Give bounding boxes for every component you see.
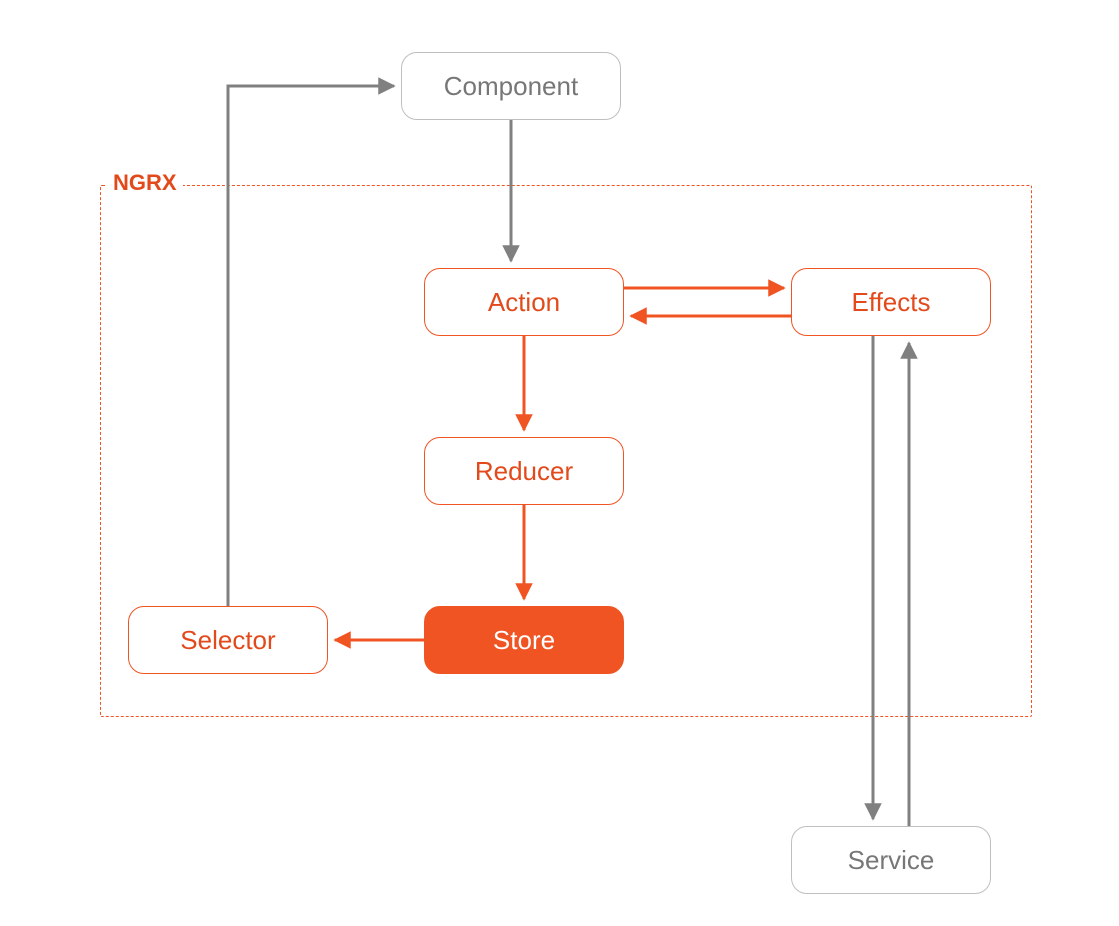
node-action-label: Action: [488, 287, 560, 318]
node-selector-label: Selector: [180, 625, 275, 656]
node-selector: Selector: [128, 606, 328, 674]
node-component-label: Component: [444, 71, 578, 102]
node-store-label: Store: [493, 625, 555, 656]
node-action: Action: [424, 268, 624, 336]
node-service: Service: [791, 826, 991, 894]
diagram-canvas: NGRX Component Action Effects Reducer St…: [0, 0, 1119, 926]
node-service-label: Service: [848, 845, 935, 876]
node-component: Component: [401, 52, 621, 120]
node-reducer: Reducer: [424, 437, 624, 505]
node-effects: Effects: [791, 268, 991, 336]
ngrx-container-label: NGRX: [107, 170, 183, 196]
node-store: Store: [424, 606, 624, 674]
node-reducer-label: Reducer: [475, 456, 573, 487]
node-effects-label: Effects: [851, 287, 930, 318]
